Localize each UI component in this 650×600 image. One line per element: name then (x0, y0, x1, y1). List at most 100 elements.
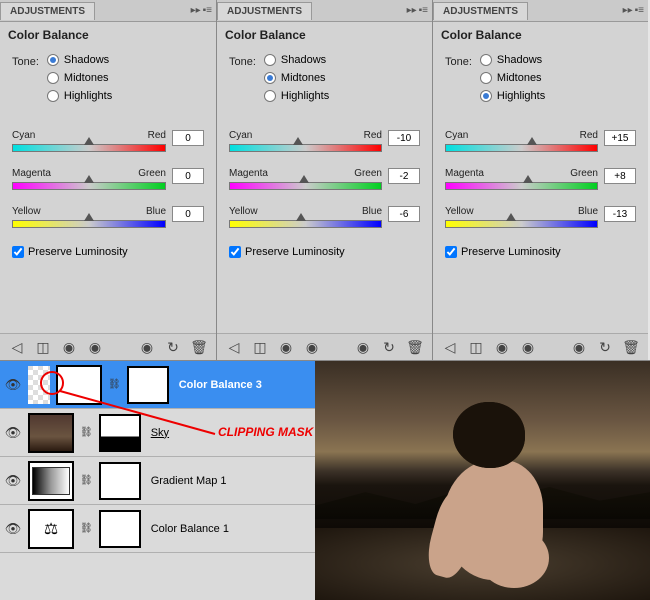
layer-mask[interactable] (127, 366, 169, 404)
radio-shadows[interactable]: Shadows (480, 54, 545, 66)
layer-name-label[interactable]: Sky (151, 427, 169, 439)
magenta-green-gradient[interactable] (229, 182, 382, 190)
layer-name-label[interactable]: Color Balance 3 (179, 379, 262, 391)
layer-row-0[interactable]: 👁 ⚖ ⛓ Color Balance 3 (0, 361, 315, 409)
magenta-green-value[interactable]: +8 (604, 168, 636, 184)
visibility-icon[interactable]: 👁 (4, 425, 22, 441)
cyan-red-slider-block: CyanRed +15 (445, 130, 636, 152)
clip-icon[interactable]: ◉ (354, 338, 372, 356)
preserve-luminosity-checkbox[interactable]: Preserve Luminosity (229, 246, 420, 258)
menu-icon[interactable]: ▪≡ (203, 5, 212, 16)
back-icon[interactable]: ◁ (225, 338, 243, 356)
magenta-green-slider-block: MagentaGreen -2 (229, 168, 420, 190)
delete-icon[interactable]: 🗑 (406, 338, 424, 356)
cyan-red-knob[interactable] (527, 137, 537, 145)
adjustments-tab[interactable]: ADJUSTMENTS (217, 2, 312, 20)
cyan-red-gradient[interactable] (12, 144, 166, 152)
radio-midtones[interactable]: Midtones (264, 72, 329, 84)
cyan-red-gradient[interactable] (229, 144, 382, 152)
yellow-blue-gradient[interactable] (445, 220, 598, 228)
preserve-luminosity-checkbox[interactable]: Preserve Luminosity (12, 246, 204, 258)
magenta-green-left-label: Magenta (229, 168, 268, 179)
reset-icon[interactable]: ↻ (596, 338, 614, 356)
magenta-green-value[interactable]: -2 (388, 168, 420, 184)
cyan-red-value[interactable]: 0 (172, 130, 204, 146)
clip-icon[interactable]: ◉ (570, 338, 588, 356)
balance-icon[interactable]: ⚖ (56, 365, 102, 405)
tone-group: Tone: Shadows Midtones Highlights (445, 54, 636, 102)
collapse-icon[interactable]: ▸▸ (191, 5, 201, 16)
yellow-blue-gradient[interactable] (12, 220, 166, 228)
back-icon[interactable]: ◁ (8, 338, 26, 356)
magenta-green-gradient[interactable] (445, 182, 598, 190)
toggle-icon[interactable]: ◉ (519, 338, 537, 356)
adjustments-tab[interactable]: ADJUSTMENTS (0, 2, 95, 20)
link-icon[interactable]: ⛓ (80, 427, 93, 438)
cyan-red-knob[interactable] (293, 137, 303, 145)
adjustments-tab[interactable]: ADJUSTMENTS (433, 2, 528, 20)
layer-row-2[interactable]: 👁 ⛓ Gradient Map 1 (0, 457, 315, 505)
new-adjust-icon[interactable]: ◫ (34, 338, 52, 356)
yellow-blue-value[interactable]: 0 (172, 206, 204, 222)
new-adjust-icon[interactable]: ◫ (467, 338, 485, 356)
radio-highlights[interactable]: Highlights (480, 90, 545, 102)
layer-row-3[interactable]: 👁 ⚖ ⛓ Color Balance 1 (0, 505, 315, 553)
balance-icon[interactable]: ⚖ (28, 509, 74, 549)
visibility-icon[interactable]: 👁 (4, 521, 22, 537)
yellow-blue-knob[interactable] (506, 213, 516, 221)
menu-icon[interactable]: ▪≡ (419, 5, 428, 16)
layer-mask[interactable] (99, 414, 141, 452)
reset-icon[interactable]: ↻ (380, 338, 398, 356)
sky-thumb[interactable] (28, 413, 74, 453)
reset-icon[interactable]: ↻ (164, 338, 182, 356)
link-icon[interactable]: ⛓ (80, 475, 93, 486)
yellow-blue-value[interactable]: -6 (388, 206, 420, 222)
menu-icon[interactable]: ▪≡ (635, 5, 644, 16)
visibility-icon[interactable]: 👁 (4, 473, 22, 489)
yellow-blue-knob[interactable] (296, 213, 306, 221)
toggle-icon[interactable]: ◉ (303, 338, 321, 356)
magenta-green-right-label: Green (570, 168, 598, 179)
layer-name-label[interactable]: Color Balance 1 (151, 523, 229, 535)
preserve-luminosity-checkbox[interactable]: Preserve Luminosity (445, 246, 636, 258)
new-adjust-icon[interactable]: ◫ (251, 338, 269, 356)
radio-shadows[interactable]: Shadows (264, 54, 329, 66)
link-icon[interactable]: ⛓ (108, 379, 121, 390)
radio-midtones[interactable]: Midtones (47, 72, 112, 84)
magenta-green-gradient[interactable] (12, 182, 166, 190)
clip-icon[interactable]: ◉ (138, 338, 156, 356)
radio-highlights[interactable]: Highlights (264, 90, 329, 102)
cyan-red-slider-block: CyanRed -10 (229, 130, 420, 152)
magenta-green-knob[interactable] (84, 175, 94, 183)
gradient-thumb[interactable] (28, 461, 74, 501)
cyan-red-value[interactable]: +15 (604, 130, 636, 146)
layer-mask[interactable] (99, 462, 141, 500)
link-icon[interactable]: ⛓ (80, 523, 93, 534)
magenta-green-knob[interactable] (299, 175, 309, 183)
radio-shadows[interactable]: Shadows (47, 54, 112, 66)
view-prev-icon[interactable]: ◉ (493, 338, 511, 356)
radio-highlights[interactable]: Highlights (47, 90, 112, 102)
radio-midtones[interactable]: Midtones (480, 72, 545, 84)
cyan-red-knob[interactable] (84, 137, 94, 145)
view-prev-icon[interactable]: ◉ (277, 338, 295, 356)
magenta-green-knob[interactable] (523, 175, 533, 183)
toggle-icon[interactable]: ◉ (86, 338, 104, 356)
cyan-red-value[interactable]: -10 (388, 130, 420, 146)
collapse-icon[interactable]: ▸▸ (623, 5, 633, 16)
yellow-blue-gradient[interactable] (229, 220, 382, 228)
yellow-blue-knob[interactable] (84, 213, 94, 221)
cyan-red-left-label: Cyan (229, 130, 252, 141)
collapse-icon[interactable]: ▸▸ (407, 5, 417, 16)
cyan-red-right-label: Red (580, 130, 598, 141)
delete-icon[interactable]: 🗑 (190, 338, 208, 356)
delete-icon[interactable]: 🗑 (622, 338, 640, 356)
cyan-red-gradient[interactable] (445, 144, 598, 152)
layer-name-label[interactable]: Gradient Map 1 (151, 475, 227, 487)
view-prev-icon[interactable]: ◉ (60, 338, 78, 356)
layer-mask[interactable] (99, 510, 141, 548)
back-icon[interactable]: ◁ (441, 338, 459, 356)
magenta-green-value[interactable]: 0 (172, 168, 204, 184)
yellow-blue-value[interactable]: -13 (604, 206, 636, 222)
visibility-icon[interactable]: 👁 (4, 377, 22, 393)
